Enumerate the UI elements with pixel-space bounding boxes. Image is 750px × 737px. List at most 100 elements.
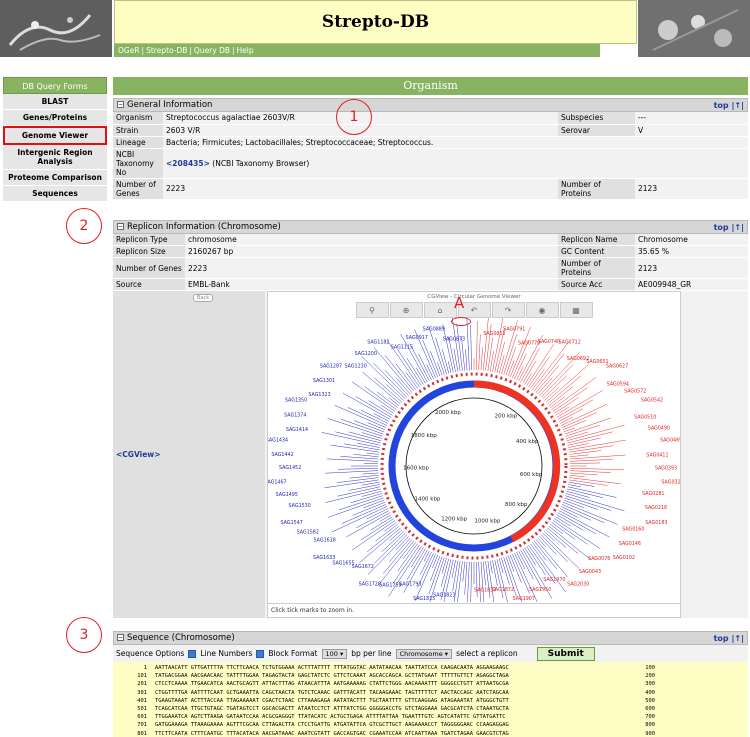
bp-per-line-select[interactable]: 100 ▾ xyxy=(321,648,348,659)
nav-oger[interactable]: OGeR xyxy=(118,46,140,55)
gene-line xyxy=(551,377,597,410)
collapse-icon[interactable]: − xyxy=(117,101,124,108)
gene-line xyxy=(376,391,398,408)
gene-line xyxy=(518,550,534,580)
nav-genome-viewer[interactable]: Genome Viewer xyxy=(3,126,107,145)
sequence-options-label: Sequence Options xyxy=(116,649,185,658)
back-button[interactable]: Back xyxy=(193,294,214,302)
gene-line xyxy=(325,488,381,503)
gene-label: SAG0469 xyxy=(660,437,680,443)
replicon-select[interactable]: Chromosome ▾ xyxy=(395,648,453,659)
color-wheel-icon[interactable]: ◉ xyxy=(525,302,559,318)
home-icon[interactable]: ⌂ xyxy=(423,302,457,318)
gene-line xyxy=(557,512,597,535)
rotate-right-icon[interactable]: ↷ xyxy=(491,302,525,318)
strain-label: Strain xyxy=(113,124,163,137)
source-acc-label: Source Acc xyxy=(558,278,635,291)
gene-line xyxy=(569,462,600,464)
seq-start-pos: 301 xyxy=(137,689,147,696)
gene-line xyxy=(336,477,379,483)
sequence-box: 1 AATTAACATT GTTGATTTTA TTCTTCAACA TCTGTG… xyxy=(113,662,748,737)
kbp-label: 400 kbp xyxy=(516,439,539,445)
kbp-label: 600 kbp xyxy=(520,472,543,478)
cgview-link[interactable]: <CGView> xyxy=(116,450,161,459)
gene-line xyxy=(520,347,540,383)
replicon-proteins-label: Number of Proteins xyxy=(558,257,635,279)
gene-label: SAG0594 xyxy=(607,382,629,388)
zoom-out-icon[interactable]: ⚲ xyxy=(355,302,389,318)
block-format-checkbox[interactable] xyxy=(256,649,265,658)
lineage-value: Bacteria; Firmicutes; Lactobacillales; S… xyxy=(163,136,748,149)
gene-label: SAG1530 xyxy=(289,503,311,509)
gene-line xyxy=(466,561,470,608)
subspecies-value: --- xyxy=(635,112,748,125)
organism-title: Organism xyxy=(113,77,748,95)
seq-end-pos: 300 xyxy=(645,681,655,688)
top-link[interactable]: top |↑| xyxy=(714,99,744,112)
gene-label: SAG0510 xyxy=(634,415,656,421)
gene-line xyxy=(402,542,416,560)
block-format-label: Block Format xyxy=(268,649,318,658)
gene-line xyxy=(430,350,441,377)
taxonomy-value: <208435> (NCBI Taxonomy Browser) xyxy=(163,148,748,179)
num-proteins-label: Number of Proteins xyxy=(558,178,635,200)
kbp-label: 1400 kbp xyxy=(415,497,441,503)
gene-label: SAG2030 xyxy=(567,581,589,587)
sequence-title: Sequence (Chromosome) xyxy=(127,633,235,643)
gene-line xyxy=(361,432,383,439)
gene-label: SAG1442 xyxy=(271,452,293,458)
kbp-label: 1800 kbp xyxy=(411,433,437,439)
nav-query-db[interactable]: Query DB xyxy=(194,46,230,55)
gene-line xyxy=(362,490,382,497)
submit-button[interactable]: Submit xyxy=(536,646,595,661)
seq-start-pos: 501 xyxy=(137,706,147,713)
nav-genes-proteins[interactable]: Genes/Proteins xyxy=(3,110,107,126)
gene-label: SAG1907 xyxy=(513,596,535,602)
nav-strepto-db[interactable]: Strepto-DB xyxy=(146,46,187,55)
gene-line xyxy=(410,547,424,568)
gene-line xyxy=(385,384,404,401)
seq-end-pos: 800 xyxy=(645,722,655,729)
gene-line xyxy=(338,468,379,470)
gene-label: SAG0160 xyxy=(622,527,644,533)
collapse-icon[interactable]: − xyxy=(117,634,124,641)
gene-line xyxy=(340,456,379,460)
sequence-line: 401 TGAAGTAAAT ACTTTACCAA TTAGAAAAAT CGAC… xyxy=(117,697,744,705)
gene-line xyxy=(524,373,532,385)
gene-line xyxy=(522,360,537,384)
gene-line xyxy=(432,554,439,568)
zoom-in-icon[interactable]: ⊕ xyxy=(389,302,423,318)
gene-label: SAG1301 xyxy=(313,378,335,384)
top-link[interactable]: top |↑| xyxy=(714,221,744,234)
seq-end-pos: 900 xyxy=(645,730,655,737)
gene-line xyxy=(368,400,393,416)
gene-line xyxy=(343,443,380,451)
nav-intergenic-region[interactable]: Intergenic Region Analysis xyxy=(3,145,107,170)
taxonomy-link[interactable]: <208435> xyxy=(166,159,210,168)
nav-proteome-comparison[interactable]: Proteome Comparison xyxy=(3,170,107,186)
nav-blast[interactable]: BLAST xyxy=(3,94,107,110)
gene-line xyxy=(346,512,391,538)
replicon-name-value: Chromosome xyxy=(635,233,748,246)
nav-sequences[interactable]: Sequences xyxy=(3,186,107,202)
gene-line xyxy=(544,386,560,401)
nav-help[interactable]: Help xyxy=(237,46,254,55)
map-icon[interactable]: ▦ xyxy=(559,302,593,318)
seq-start-pos: 401 xyxy=(137,697,147,704)
gene-label: SAG1950 xyxy=(529,587,551,593)
gene-line xyxy=(569,459,613,462)
gene-label: SAG0542 xyxy=(641,398,663,404)
circular-genome-map[interactable]: 200 kbp 400 kbp 600 kbp 800 kbp 1000 kbp 1200… xyxy=(264,310,684,623)
gene-line xyxy=(352,501,386,516)
cgview-window[interactable]: CGView - Circular Genome Viewer ⚲ ⊕ ⌂ ↶ … xyxy=(264,291,684,623)
seq-end-pos: 500 xyxy=(645,697,655,704)
seq-text: TATGACGGAA AACGAACAAC TATTTTGGAA TAGAGTA… xyxy=(155,673,509,680)
gene-line xyxy=(556,514,584,531)
top-link[interactable]: top |↑| xyxy=(714,632,744,645)
gene-label: SAG0889 xyxy=(423,326,445,332)
gene-line xyxy=(470,325,472,371)
seq-text: TGAAGTAAAT ACTTTACCAA TTAGAAAAAT CGACTCT… xyxy=(155,697,509,704)
collapse-icon[interactable]: − xyxy=(117,222,124,230)
line-numbers-checkbox[interactable] xyxy=(188,649,197,658)
seq-text: AATTAACATT GTTGATTTTA TTCTTCAACA TCTGTGG… xyxy=(155,665,509,671)
